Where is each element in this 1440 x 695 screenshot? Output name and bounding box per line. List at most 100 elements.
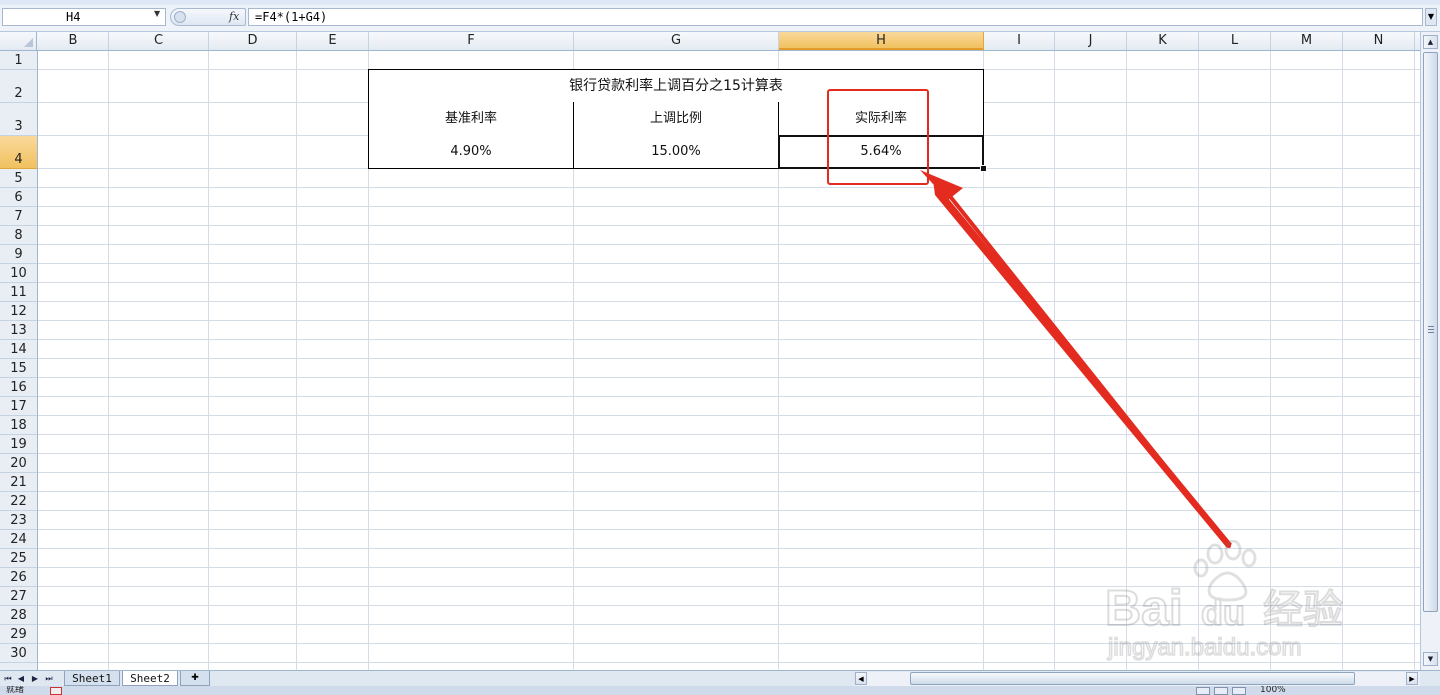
formula-expand-icon[interactable]: ▼ xyxy=(1425,8,1437,26)
row-header-19[interactable]: 19 xyxy=(0,435,37,454)
status-ready-text: 就绪 xyxy=(6,686,25,695)
column-header-i[interactable]: I xyxy=(984,32,1055,50)
row-header-14[interactable]: 14 xyxy=(0,340,37,359)
grid-vline xyxy=(208,51,209,670)
prev-sheet-icon[interactable]: ◀ xyxy=(15,672,27,686)
grid-vline xyxy=(296,51,297,670)
grid-hline xyxy=(38,282,1420,283)
column-header-f[interactable]: F xyxy=(369,32,574,50)
worksheet-grid[interactable]: 银行贷款利率上调百分之15计算表 基准利率 上调比例 实际利率 4.90% 15… xyxy=(38,51,1420,670)
grid-hline xyxy=(38,491,1420,492)
grid-vline xyxy=(1414,51,1415,670)
insert-sheet-icon[interactable]: ✚ xyxy=(180,671,210,686)
row-header-13[interactable]: 13 xyxy=(0,321,37,340)
grid-hline xyxy=(38,301,1420,302)
sheet-tab-sheet2[interactable]: Sheet2 xyxy=(122,671,178,686)
formula-cancel-icon[interactable] xyxy=(174,11,186,23)
grid-hline xyxy=(38,396,1420,397)
column-header-d[interactable]: D xyxy=(209,32,297,50)
zoom-level[interactable]: 100% xyxy=(1260,686,1286,695)
grid-hline xyxy=(38,206,1420,207)
name-box[interactable]: H4 xyxy=(2,8,166,26)
page-break-view-icon[interactable] xyxy=(1232,687,1246,695)
value-cell-base-rate[interactable]: 4.90% xyxy=(368,135,574,169)
column-header-j[interactable]: J xyxy=(1055,32,1127,50)
row-header-9[interactable]: 9 xyxy=(0,245,37,264)
grid-hline xyxy=(38,244,1420,245)
header-cell-base-rate[interactable]: 基准利率 xyxy=(368,102,574,136)
formula-input[interactable]: =F4*(1+G4) xyxy=(248,8,1423,26)
row-header-10[interactable]: 10 xyxy=(0,264,37,283)
column-header-l[interactable]: L xyxy=(1199,32,1271,50)
row-header-26[interactable]: 26 xyxy=(0,568,37,587)
next-sheet-icon[interactable]: ▶ xyxy=(29,672,41,686)
grid-hline xyxy=(38,510,1420,511)
row-header-30[interactable]: 30 xyxy=(0,644,37,663)
first-sheet-icon[interactable]: ⏮ xyxy=(2,672,14,686)
scroll-up-icon[interactable]: ▲ xyxy=(1423,35,1438,49)
row-header-20[interactable]: 20 xyxy=(0,454,37,473)
column-header-e[interactable]: E xyxy=(297,32,369,50)
highlight-box xyxy=(827,89,929,185)
fill-handle[interactable] xyxy=(980,165,987,172)
grid-hline xyxy=(38,415,1420,416)
row-header-3[interactable]: 3 xyxy=(0,103,37,136)
row-header-25[interactable]: 25 xyxy=(0,549,37,568)
grid-hline xyxy=(38,567,1420,568)
row-header-6[interactable]: 6 xyxy=(0,188,37,207)
row-header-7[interactable]: 7 xyxy=(0,207,37,226)
name-box-dropdown-icon[interactable]: ▼ xyxy=(154,9,160,18)
macro-record-icon[interactable] xyxy=(50,687,62,695)
row-header-29[interactable]: 29 xyxy=(0,625,37,644)
formula-buttons: fx xyxy=(170,8,246,26)
row-header-11[interactable]: 11 xyxy=(0,283,37,302)
grid-hline xyxy=(38,187,1420,188)
row-header-15[interactable]: 15 xyxy=(0,359,37,378)
page-layout-view-icon[interactable] xyxy=(1214,687,1228,695)
select-all-button[interactable] xyxy=(0,32,37,50)
last-sheet-icon[interactable]: ⏭ xyxy=(43,672,55,686)
column-header-m[interactable]: M xyxy=(1271,32,1343,50)
grid-hline xyxy=(38,225,1420,226)
insert-function-button[interactable]: fx xyxy=(229,9,239,25)
row-header-8[interactable]: 8 xyxy=(0,226,37,245)
row-header-18[interactable]: 18 xyxy=(0,416,37,435)
row-header-24[interactable]: 24 xyxy=(0,530,37,549)
grid-hline xyxy=(38,434,1420,435)
header-cell-increase-ratio[interactable]: 上调比例 xyxy=(573,102,779,136)
row-header-23[interactable]: 23 xyxy=(0,511,37,530)
row-header-21[interactable]: 21 xyxy=(0,473,37,492)
horizontal-scrollbar[interactable]: ◀ ▶ xyxy=(855,672,1420,686)
vertical-scrollbar[interactable]: ▲ ▼ xyxy=(1420,32,1440,670)
horizontal-scroll-thumb[interactable] xyxy=(910,672,1355,685)
column-header-c[interactable]: C xyxy=(109,32,209,50)
grid-hline xyxy=(38,453,1420,454)
column-header-g[interactable]: G xyxy=(574,32,779,50)
row-header-1[interactable]: 1 xyxy=(0,51,37,70)
row-header-27[interactable]: 27 xyxy=(0,587,37,606)
row-header-28[interactable]: 28 xyxy=(0,606,37,625)
grid-hline xyxy=(38,548,1420,549)
scroll-down-icon[interactable]: ▼ xyxy=(1423,652,1438,666)
grid-hline xyxy=(38,643,1420,644)
normal-view-icon[interactable] xyxy=(1196,687,1210,695)
column-header-k[interactable]: K xyxy=(1127,32,1199,50)
row-header-12[interactable]: 12 xyxy=(0,302,37,321)
value-cell-increase-ratio[interactable]: 15.00% xyxy=(573,135,779,169)
vertical-scroll-thumb[interactable] xyxy=(1423,52,1438,612)
grid-vline xyxy=(1054,51,1055,670)
column-header-b[interactable]: B xyxy=(38,32,109,50)
scroll-left-icon[interactable]: ◀ xyxy=(855,672,867,685)
row-header-4[interactable]: 4 xyxy=(0,136,37,169)
row-header-22[interactable]: 22 xyxy=(0,492,37,511)
column-header-n[interactable]: N xyxy=(1343,32,1415,50)
row-header-2[interactable]: 2 xyxy=(0,70,37,103)
sheet-tab-sheet1[interactable]: Sheet1 xyxy=(64,671,120,686)
formula-bar: H4 ▼ fx =F4*(1+G4) ▼ xyxy=(0,5,1440,32)
row-header-column: 1 2 3 4 5 6 7 8 9 10 11 12 13 14 15 16 17 18 19 20 21 22 23 24 2… xyxy=(0,51,38,670)
row-header-17[interactable]: 17 xyxy=(0,397,37,416)
row-header-16[interactable]: 16 xyxy=(0,378,37,397)
row-header-5[interactable]: 5 xyxy=(0,169,37,188)
scroll-right-icon[interactable]: ▶ xyxy=(1406,672,1418,685)
column-header-h[interactable]: H xyxy=(779,32,984,50)
